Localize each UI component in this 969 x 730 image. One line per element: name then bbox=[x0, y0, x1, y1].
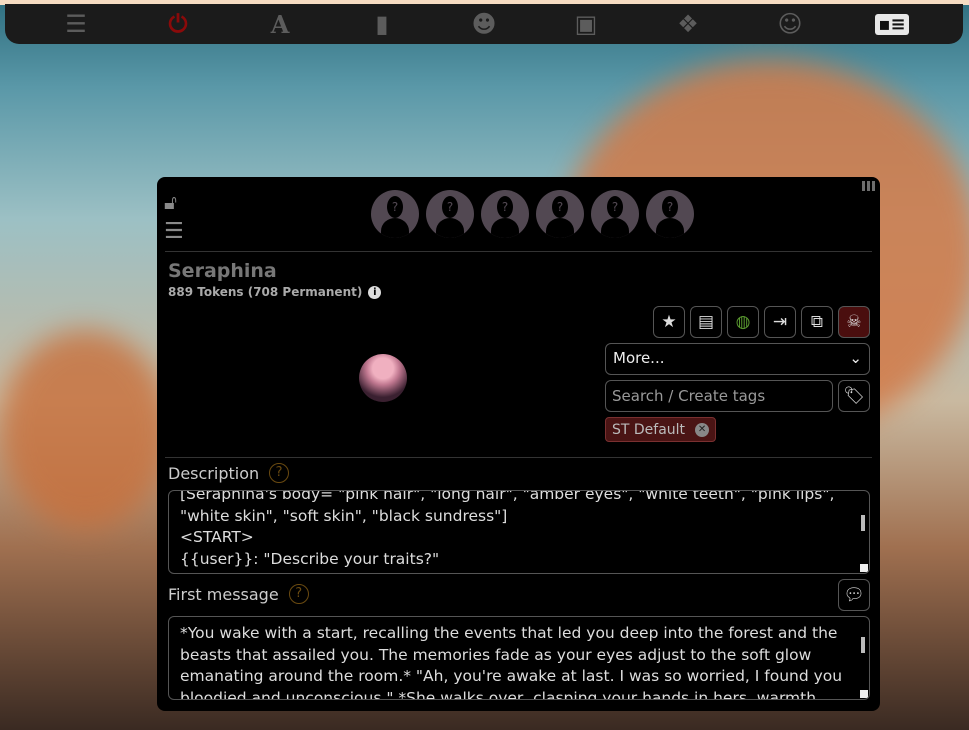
smiley-icon[interactable]: ☺ bbox=[773, 9, 807, 39]
tag-search-input[interactable]: Search / Create tags bbox=[605, 380, 833, 412]
avatar[interactable] bbox=[371, 190, 419, 238]
favorite-star-button[interactable]: ★ bbox=[653, 306, 685, 338]
lorebook-button[interactable]: ▤ bbox=[690, 306, 722, 338]
description-textarea[interactable]: [Seraphina's body= "pink hair", "long ha… bbox=[168, 490, 870, 574]
alternate-greetings-button[interactable]: 💬︎ bbox=[838, 579, 870, 611]
tag-label: ST Default bbox=[612, 421, 686, 438]
sliders-icon[interactable]: ☰ bbox=[59, 9, 93, 39]
id-card-icon[interactable]: ▪≡ bbox=[875, 9, 909, 39]
character-name: Seraphina bbox=[168, 260, 277, 282]
first-message-textarea[interactable]: *You wake with a start, recalling the ev… bbox=[168, 616, 870, 700]
background-tree bbox=[0, 330, 170, 530]
plug-warning-icon[interactable]: ⏻ bbox=[161, 9, 195, 39]
first-message-text: *You wake with a start, recalling the ev… bbox=[180, 624, 843, 700]
avatar[interactable] bbox=[536, 190, 584, 238]
export-button[interactable]: ⇥ bbox=[764, 306, 796, 338]
character-panel: 🔓︎ ☰ Seraphina 889 Tokens (708 Permanent… bbox=[157, 177, 880, 711]
avatar[interactable] bbox=[591, 190, 639, 238]
more-select[interactable]: More... ⌄ bbox=[605, 343, 870, 375]
resize-handle[interactable] bbox=[860, 690, 868, 698]
first-message-label: First message? bbox=[168, 584, 309, 604]
token-text: 889 Tokens (708 Permanent) bbox=[168, 285, 363, 299]
character-avatar[interactable] bbox=[359, 354, 407, 402]
tags-button[interactable]: 🏷︎ bbox=[838, 380, 870, 412]
duplicate-button[interactable]: ⧉ bbox=[801, 306, 833, 338]
avatar[interactable] bbox=[481, 190, 529, 238]
avatar[interactable] bbox=[426, 190, 474, 238]
more-select-value: More... bbox=[613, 349, 665, 367]
action-buttons: ★ ▤ ◍ ⇥ ⧉ ☠ bbox=[653, 306, 870, 338]
tag-badge: ST Default ✕ bbox=[605, 417, 717, 442]
world-globe-button[interactable]: ◍ bbox=[727, 306, 759, 338]
help-icon[interactable]: ? bbox=[288, 584, 309, 604]
book-globe-icon[interactable]: ▮ bbox=[365, 9, 399, 39]
image-icon[interactable]: ▣ bbox=[569, 9, 603, 39]
help-icon[interactable]: ? bbox=[269, 463, 290, 483]
list-icon[interactable]: ☰ bbox=[164, 221, 184, 243]
first-message-label-text: First message bbox=[168, 584, 279, 604]
info-icon[interactable]: i bbox=[368, 285, 382, 299]
delete-skull-button[interactable]: ☠ bbox=[838, 306, 870, 338]
grid-icon[interactable] bbox=[862, 181, 876, 191]
unlock-icon[interactable]: 🔓︎ bbox=[164, 190, 177, 214]
scrollbar[interactable] bbox=[861, 637, 865, 653]
description-label: Description? bbox=[168, 463, 290, 483]
token-count: 889 Tokens (708 Permanent) i bbox=[168, 285, 382, 299]
divider bbox=[165, 457, 872, 458]
divider bbox=[165, 251, 872, 252]
top-navbar: ☰ ⏻ A ▮ ☻ ▣ ❖ ☺ ▪≡ bbox=[5, 4, 963, 44]
description-text: [Seraphina's body= "pink hair", "long ha… bbox=[180, 490, 835, 568]
resize-handle[interactable] bbox=[860, 564, 868, 572]
scrollbar[interactable] bbox=[861, 515, 865, 531]
avatar[interactable] bbox=[646, 190, 694, 238]
description-label-text: Description bbox=[168, 463, 260, 483]
chevron-down-icon: ⌄ bbox=[849, 349, 862, 367]
user-gear-icon[interactable]: ☻ bbox=[467, 9, 501, 39]
cubes-icon[interactable]: ❖ bbox=[671, 9, 705, 39]
font-icon[interactable]: A bbox=[263, 9, 297, 39]
remove-tag-icon[interactable]: ✕ bbox=[695, 422, 710, 437]
group-avatars bbox=[371, 190, 694, 238]
